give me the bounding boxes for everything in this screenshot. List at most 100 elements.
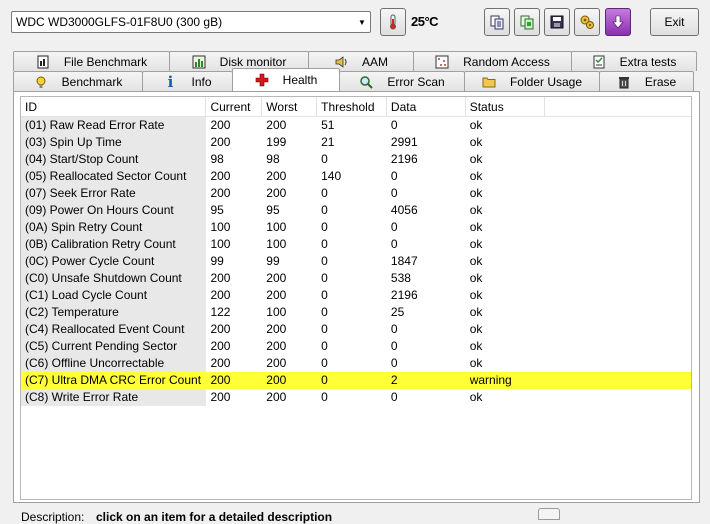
temperature-button[interactable]	[380, 8, 406, 36]
cell-status: ok	[469, 152, 483, 166]
copy-text-icon	[490, 15, 504, 30]
tab-extra-tests[interactable]: Extra tests	[571, 51, 697, 71]
cell-data: 538	[390, 271, 411, 285]
cell-current: 100	[210, 220, 231, 234]
download-icon	[612, 15, 624, 29]
cell-filler	[545, 287, 691, 304]
table-row[interactable]: (0A) Spin Retry Count 100 100 0 0 ok	[21, 219, 691, 236]
table-row[interactable]: (05) Reallocated Sector Count 200 200 140 0 o…	[21, 168, 691, 185]
trash-icon	[617, 75, 631, 89]
tab-label: Disk monitor	[219, 54, 287, 69]
cell-data: 25	[390, 305, 405, 319]
column-header-threshold[interactable]: Threshold	[317, 97, 387, 117]
cell-current: 200	[210, 356, 231, 370]
cell-status: ok	[469, 169, 483, 183]
cell-current: 200	[210, 118, 231, 132]
tab-benchmark[interactable]: Benchmark	[13, 71, 143, 91]
tab-label: Error Scan	[387, 74, 445, 89]
table-row[interactable]: (C1) Load Cycle Count 200 200 0 2196 ok	[21, 287, 691, 304]
cell-worst: 200	[262, 372, 318, 389]
tab-error-scan[interactable]: Error Scan	[339, 71, 465, 91]
cell-data: 2196	[390, 152, 418, 166]
table-row[interactable]: (C6) Offline Uncorrectable 200 200 0 0 ok	[21, 355, 691, 372]
table-row[interactable]: (07) Seek Error Rate 200 200 0 0 ok	[21, 185, 691, 202]
exit-button[interactable]: Exit	[650, 8, 699, 36]
cell-filler	[545, 202, 691, 219]
column-header-id[interactable]: ID	[21, 97, 207, 117]
tab-folder-usage[interactable]: Folder Usage	[464, 71, 600, 91]
description-text: click on an item for a detailed descript…	[96, 510, 333, 524]
cell-threshold: 0	[317, 372, 387, 389]
cell-filler	[545, 270, 691, 287]
cell-filler	[545, 389, 691, 406]
cell-id: (0C) Power Cycle Count	[21, 253, 207, 270]
table-row[interactable]: (C0) Unsafe Shutdown Count 200 200 0 538 ok	[21, 270, 691, 287]
cell-status: ok	[469, 322, 483, 336]
cell-threshold: 0	[321, 271, 328, 285]
table-row[interactable]: (C5) Current Pending Sector 200 200 0 0 ok	[21, 338, 691, 355]
cell-status: ok	[469, 339, 483, 353]
table-row[interactable]: (09) Power On Hours Count 95 95 0 4056 ok	[21, 202, 691, 219]
health-cross-icon	[255, 73, 269, 87]
table-row[interactable]: (04) Start/Stop Count 98 98 0 2196 ok	[21, 151, 691, 168]
cell-threshold: 0	[321, 356, 328, 370]
cell-worst: 95	[266, 203, 280, 217]
cell-filler	[545, 134, 691, 151]
table-row[interactable]: (0B) Calibration Retry Count 100 100 0 0 ok	[21, 236, 691, 253]
health-panel: ID Current Worst Threshold Data Status (…	[13, 91, 700, 503]
cell-worst: 200	[266, 271, 287, 285]
cell-status: ok	[469, 305, 483, 319]
cell-data: 1847	[390, 254, 418, 268]
tab-health[interactable]: Health	[232, 68, 340, 91]
column-header-current[interactable]: Current	[206, 97, 263, 117]
cell-threshold: 51	[321, 118, 335, 132]
table-row[interactable]: (C7) Ultra DMA CRC Error Count 200 200 0 2 wa…	[21, 372, 691, 389]
cell-worst: 100	[266, 220, 287, 234]
tab-label: Health	[282, 73, 318, 87]
table-header: ID Current Worst Threshold Data Status	[21, 97, 691, 117]
table-row[interactable]: (C4) Reallocated Event Count 200 200 0 0 ok	[21, 321, 691, 338]
cell-filler	[545, 338, 691, 355]
column-header-status[interactable]: Status	[466, 97, 546, 117]
table-row[interactable]: (03) Spin Up Time 200 199 21 2991 ok	[21, 134, 691, 151]
cell-data: 0	[390, 339, 398, 353]
table-row[interactable]: (0C) Power Cycle Count 99 99 0 1847 ok	[21, 253, 691, 270]
cell-id: (04) Start/Stop Count	[21, 151, 207, 168]
smart-attribute-list[interactable]: ID Current Worst Threshold Data Status (…	[20, 96, 692, 500]
save-button[interactable]	[544, 8, 570, 36]
description-scroll-handle[interactable]	[538, 508, 560, 520]
column-header-data[interactable]: Data	[387, 97, 466, 117]
table-row[interactable]: (C8) Write Error Rate 200 200 0 0 ok	[21, 389, 691, 406]
cell-id: (C5) Current Pending Sector	[21, 338, 207, 355]
cell-current: 200	[210, 186, 231, 200]
cell-id: (C8) Write Error Rate	[21, 389, 207, 406]
cell-worst: 200	[266, 169, 287, 183]
column-header-worst[interactable]: Worst	[262, 97, 318, 117]
cell-worst: 100	[266, 237, 287, 251]
copy-text-button[interactable]	[484, 8, 510, 36]
cell-filler	[545, 355, 691, 372]
options-icon	[580, 15, 594, 29]
cell-filler	[545, 151, 691, 168]
download-button[interactable]	[605, 8, 631, 36]
options-button[interactable]	[574, 8, 600, 36]
cell-threshold: 0	[321, 390, 328, 404]
exit-button-label: Exit	[664, 15, 685, 29]
table-row[interactable]: (01) Raw Read Error Rate 200 200 51 0 ok	[21, 117, 691, 134]
cell-worst: 98	[266, 152, 280, 166]
cell-threshold: 0	[321, 305, 328, 319]
tab-erase[interactable]: Erase	[599, 71, 694, 91]
table-row[interactable]: (C2) Temperature 122 100 0 25 ok	[21, 304, 691, 321]
tab-random-access[interactable]: Random Access	[413, 51, 572, 71]
drive-select[interactable]: WDC WD3000GLFS-01F8U0 (300 gB) ▼	[11, 11, 371, 33]
chevron-down-icon[interactable]: ▼	[354, 12, 370, 32]
copy-to-clipboard-button[interactable]	[514, 8, 540, 36]
tab-file-benchmark[interactable]: File Benchmark	[13, 51, 170, 71]
cell-current: 122	[210, 305, 231, 319]
magnifier-icon	[359, 75, 374, 89]
info-icon: i	[167, 72, 174, 91]
copy-to-clipboard-icon	[520, 15, 534, 30]
cell-data: 0	[390, 220, 398, 234]
tab-info[interactable]: i Info	[142, 71, 233, 91]
cell-filler	[545, 117, 691, 134]
